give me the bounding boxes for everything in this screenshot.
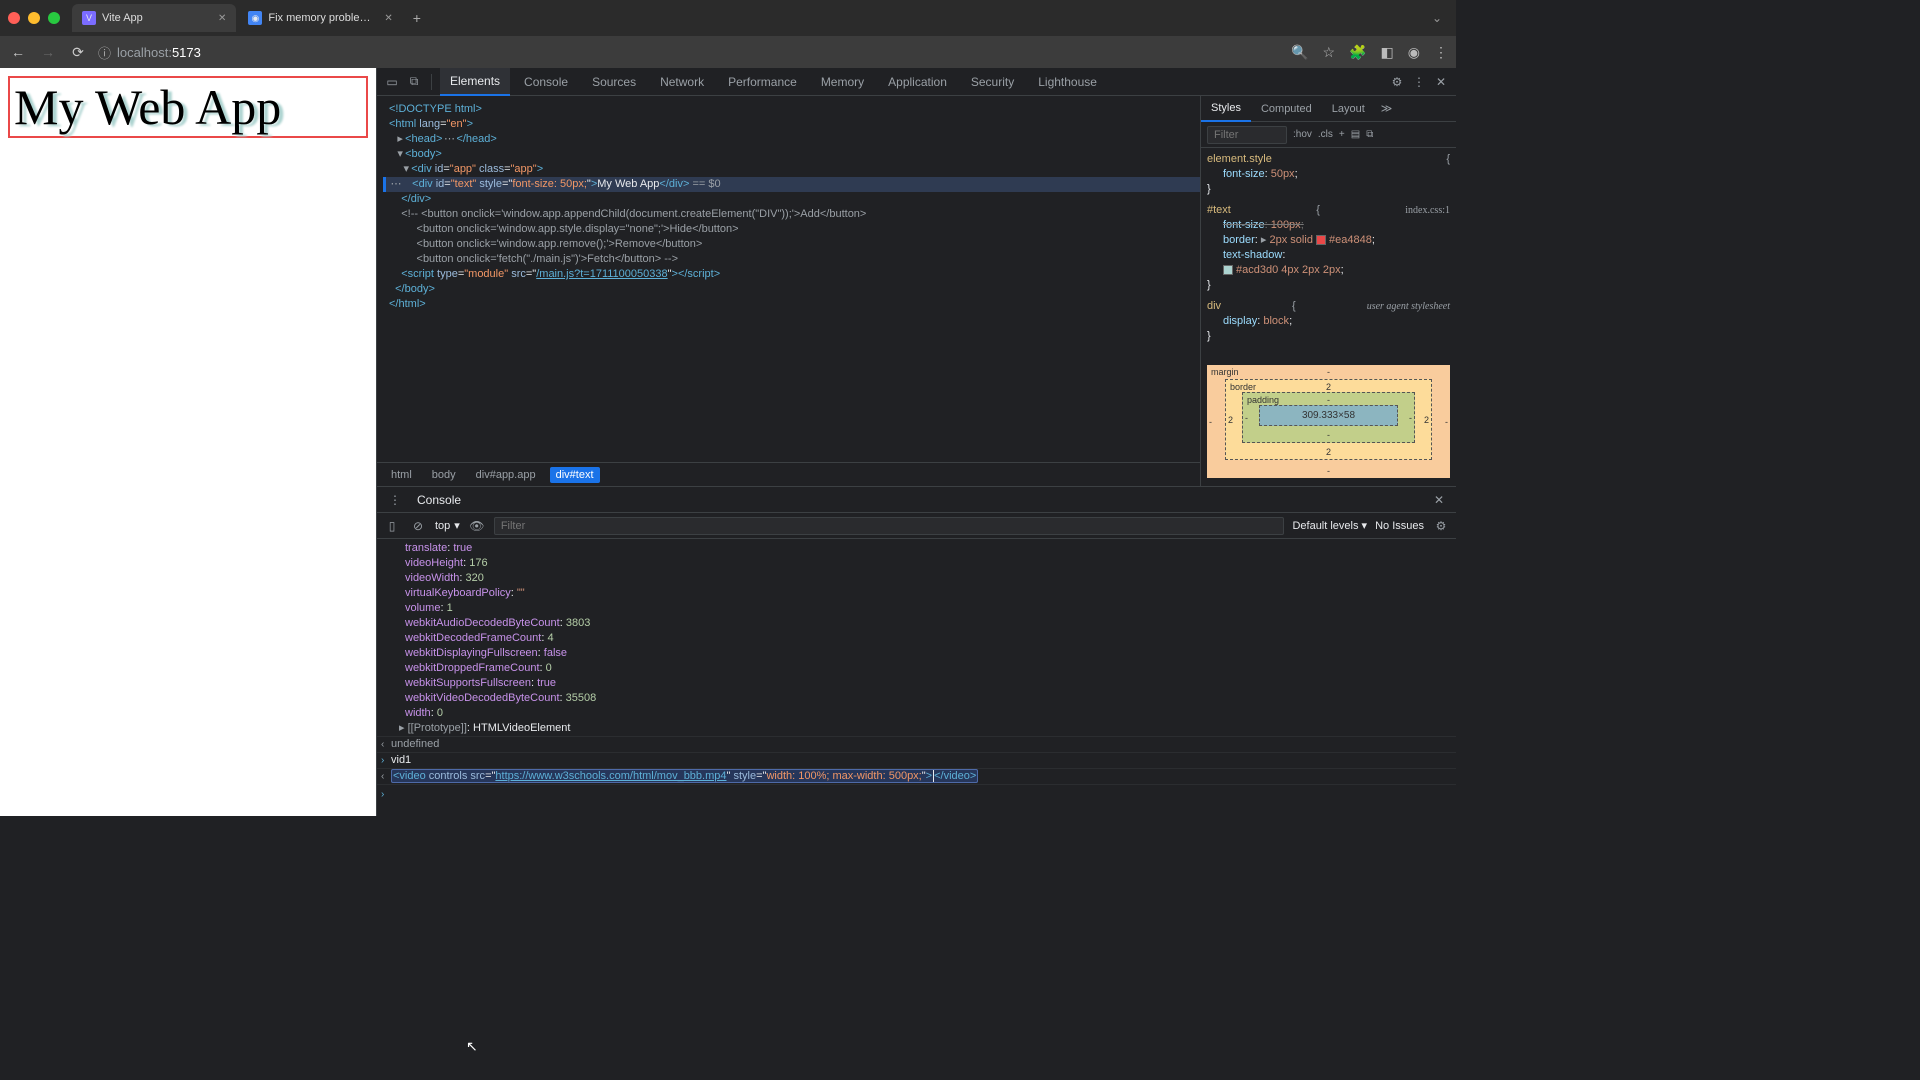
console-result-undefined: ‹undefined	[377, 736, 1456, 752]
console-prev-input: ›vid1	[377, 752, 1456, 768]
tab-lighthouse[interactable]: Lighthouse	[1028, 69, 1107, 95]
drawer-menu-icon[interactable]: ⋮	[383, 493, 407, 507]
tab-title: Fix memory problems | Dev	[268, 12, 378, 24]
menu-icon[interactable]: ⋮	[1434, 44, 1448, 61]
close-window-button[interactable]	[8, 12, 20, 24]
tab-close-icon[interactable]: ✕	[218, 13, 226, 24]
elements-dom-tree[interactable]: <!DOCTYPE html> <html lang="en"> <head>⋯…	[377, 96, 1200, 462]
tab-close-icon[interactable]: ✕	[384, 13, 392, 24]
tab-application[interactable]: Application	[878, 69, 957, 95]
reload-button[interactable]: ⟳	[68, 44, 88, 61]
crumb-app[interactable]: div#app.app	[470, 467, 542, 483]
console-drawer: ⋮ Console ✕ ▯ ⊘ top ▾ 👁 Default levels ▾…	[377, 486, 1456, 816]
crumb-html[interactable]: html	[385, 467, 418, 483]
browser-tab[interactable]: ◉ Fix memory problems | Dev ✕	[238, 4, 402, 32]
zoom-icon[interactable]: 🔍	[1291, 44, 1308, 61]
flex-editor-icon[interactable]: ▤	[1351, 129, 1360, 140]
tab-sources[interactable]: Sources	[582, 69, 646, 95]
rendered-page: My Web App	[0, 68, 376, 816]
side-panel-icon[interactable]: ◧	[1381, 44, 1394, 61]
devtools-settings-icon[interactable]: ⚙	[1388, 73, 1406, 91]
profile-icon[interactable]: ◉	[1408, 44, 1420, 61]
dom-more-icon[interactable]: ⋯	[389, 177, 403, 192]
extensions-icon[interactable]: 🧩	[1349, 44, 1366, 61]
styles-sidebar: Styles Computed Layout ≫ :hov .cls + ▤ ⧉…	[1200, 96, 1456, 486]
styles-more-tabs-icon[interactable]: ≫	[1375, 96, 1399, 121]
tab-elements[interactable]: Elements	[440, 68, 510, 96]
tab-memory[interactable]: Memory	[811, 69, 874, 95]
tab-performance[interactable]: Performance	[718, 69, 807, 95]
crumb-body[interactable]: body	[426, 467, 462, 483]
dom-breadcrumbs: html body div#app.app div#text	[377, 462, 1200, 486]
styles-rules[interactable]: element.style { font-size: 50px; } #text…	[1201, 148, 1456, 357]
page-heading: My Web App	[14, 78, 362, 136]
issues-link[interactable]: No Issues	[1375, 520, 1424, 532]
drawer-close-icon[interactable]: ✕	[1428, 493, 1450, 507]
address-bar[interactable]: ⓘ localhost:5173	[98, 43, 201, 62]
console-toolbar: ▯ ⊘ top ▾ 👁 Default levels ▾ No Issues ⚙	[377, 513, 1456, 539]
device-toolbar-icon[interactable]: ⧉	[405, 73, 423, 91]
devtools: ▭ ⧉ Elements Console Sources Network Per…	[376, 68, 1456, 816]
window-controls	[8, 12, 60, 24]
tab-layout[interactable]: Layout	[1322, 97, 1375, 121]
styles-filter-input[interactable]	[1207, 126, 1287, 144]
box-model[interactable]: margin - - - - border 2 2 2 2 padding	[1207, 365, 1450, 478]
back-button[interactable]: ←	[8, 44, 28, 60]
selected-dom-node[interactable]: ⋯ <div id="text" style="font-size: 50px;…	[383, 177, 1200, 192]
chrome-favicon-icon: ◉	[248, 11, 262, 25]
tab-overflow-icon[interactable]: ⌄	[1426, 11, 1448, 25]
tab-console[interactable]: Console	[514, 69, 578, 95]
forward-button[interactable]: →	[38, 44, 58, 60]
browser-tab-strip: V Vite App ✕ ◉ Fix memory problems | Dev…	[0, 0, 1456, 36]
url-port: 5173	[172, 45, 201, 60]
live-expression-icon[interactable]: 👁	[468, 519, 486, 533]
drawer-tabstrip: ⋮ Console ✕	[377, 487, 1456, 513]
tab-network[interactable]: Network	[650, 69, 714, 95]
app-div-highlight: My Web App	[8, 76, 368, 138]
maximize-window-button[interactable]	[48, 12, 60, 24]
new-rule-button[interactable]: +	[1339, 129, 1345, 140]
bookmark-icon[interactable]: ☆	[1323, 44, 1336, 61]
cls-toggle[interactable]: .cls	[1318, 129, 1333, 140]
console-output[interactable]: translate: truevideoHeight: 176videoWidt…	[377, 539, 1456, 816]
crumb-text[interactable]: div#text	[550, 467, 600, 483]
console-prompt[interactable]: ›	[377, 784, 1456, 793]
hov-toggle[interactable]: :hov	[1293, 129, 1312, 140]
computed-toggle-icon[interactable]: ⧉	[1366, 129, 1373, 140]
minimize-window-button[interactable]	[28, 12, 40, 24]
styles-tabstrip: Styles Computed Layout ≫	[1201, 96, 1456, 122]
inspect-element-icon[interactable]: ▭	[383, 73, 401, 91]
separator	[431, 74, 432, 90]
browser-toolbar: ← → ⟳ ⓘ localhost:5173 🔍 ☆ 🧩 ◧ ◉ ⋮	[0, 36, 1456, 68]
tab-strip: V Vite App ✕ ◉ Fix memory problems | Dev…	[72, 4, 1426, 32]
box-model-content: 309.333×58	[1259, 405, 1398, 426]
tab-security[interactable]: Security	[961, 69, 1024, 95]
console-settings-icon[interactable]: ⚙	[1432, 519, 1450, 533]
vite-favicon-icon: V	[82, 11, 96, 25]
tab-computed[interactable]: Computed	[1251, 97, 1322, 121]
site-info-icon[interactable]: ⓘ	[98, 43, 111, 62]
devtools-close-icon[interactable]: ✕	[1432, 73, 1450, 91]
console-element-result[interactable]: ‹<video controls src="https://www.w3scho…	[377, 768, 1456, 784]
url-host: localhost:	[117, 45, 172, 60]
log-levels-select[interactable]: Default levels ▾	[1292, 519, 1367, 532]
toolbar-right: 🔍 ☆ 🧩 ◧ ◉ ⋮	[1291, 44, 1448, 61]
browser-tab-active[interactable]: V Vite App ✕	[72, 4, 236, 32]
styles-toolbar: :hov .cls + ▤ ⧉	[1201, 122, 1456, 148]
console-filter-input[interactable]	[494, 517, 1285, 535]
drawer-tab-console[interactable]: Console	[407, 488, 471, 512]
clear-console-icon[interactable]: ⊘	[409, 519, 427, 533]
tab-styles[interactable]: Styles	[1201, 96, 1251, 122]
console-sidebar-toggle-icon[interactable]: ▯	[383, 519, 401, 533]
devtools-tabstrip: ▭ ⧉ Elements Console Sources Network Per…	[377, 68, 1456, 96]
tab-title: Vite App	[102, 12, 212, 24]
execution-context-select[interactable]: top ▾	[435, 519, 460, 532]
new-tab-button[interactable]: +	[405, 10, 429, 26]
devtools-menu-icon[interactable]: ⋮	[1410, 73, 1428, 91]
